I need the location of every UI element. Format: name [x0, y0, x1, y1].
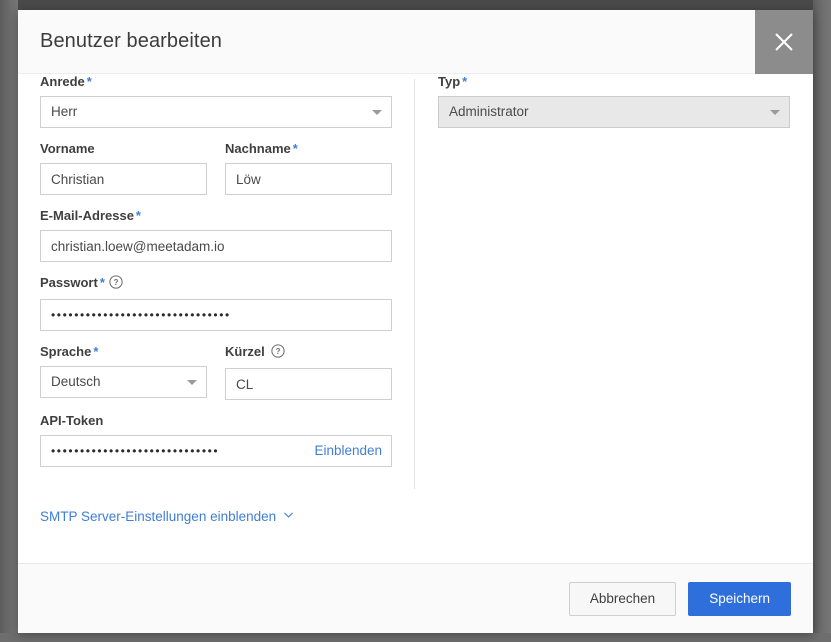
label-typ-text: Typ: [438, 74, 460, 89]
svg-text:?: ?: [275, 347, 280, 356]
field-nachname: Nachname*: [225, 141, 392, 195]
chevron-down-icon: [372, 110, 382, 115]
column-divider: [414, 79, 415, 489]
field-vorname: Vorname: [40, 141, 207, 195]
sprache-select[interactable]: Deutsch: [40, 366, 207, 398]
label-sprache: Sprache*: [40, 344, 207, 360]
api-token-reveal-link[interactable]: Einblenden: [314, 435, 382, 467]
field-kuerzel: Kürzel?: [225, 344, 392, 400]
field-passwort: Passwort*? •••••••••••••••••••••••••••••…: [40, 275, 392, 331]
passwort-input[interactable]: •••••••••••••••••••••••••••••••: [40, 299, 392, 331]
anrede-value: Herr: [51, 97, 77, 127]
required-marker: *: [136, 208, 141, 223]
field-sprache: Sprache* Deutsch: [40, 344, 207, 400]
label-nachname-text: Nachname: [225, 141, 291, 156]
anrede-select[interactable]: Herr: [40, 96, 392, 128]
typ-select[interactable]: Administrator: [438, 96, 790, 128]
nachname-input[interactable]: [225, 163, 392, 195]
chevron-down-icon: [282, 508, 295, 524]
label-api-token: API-Token: [40, 413, 392, 429]
save-button[interactable]: Speichern: [688, 582, 791, 616]
required-marker: *: [100, 275, 105, 290]
label-kuerzel: Kürzel?: [225, 344, 392, 362]
dialog-title: Benutzer bearbeiten: [40, 30, 222, 53]
dialog-header: Benutzer bearbeiten: [18, 10, 813, 74]
required-marker: *: [293, 141, 298, 156]
name-row: Vorname Nachname*: [40, 141, 392, 208]
label-email: E-Mail-Adresse*: [40, 208, 392, 224]
required-marker: *: [93, 344, 98, 359]
vorname-input[interactable]: [40, 163, 207, 195]
label-vorname-text: Vorname: [40, 141, 95, 156]
email-input[interactable]: [40, 230, 392, 262]
label-passwort: Passwort*?: [40, 275, 392, 293]
chevron-down-icon: [770, 110, 780, 115]
help-circle-icon[interactable]: ?: [271, 344, 285, 362]
typ-value: Administrator: [449, 97, 529, 127]
label-kuerzel-text: Kürzel: [225, 344, 265, 359]
kuerzel-input[interactable]: [225, 368, 392, 400]
page-overlay-bottom: [0, 633, 831, 642]
field-typ: Typ* Administrator: [438, 74, 790, 128]
page-overlay-top: [0, 0, 831, 10]
close-button[interactable]: [755, 10, 813, 74]
label-nachname: Nachname*: [225, 141, 392, 157]
edit-user-dialog: Benutzer bearbeiten Anrede* Herr: [18, 10, 813, 633]
chevron-down-icon: [187, 380, 197, 385]
svg-text:?: ?: [113, 278, 118, 287]
page-overlay-left: [0, 0, 18, 642]
field-api-token: API-Token ••••••••••••••••••••••••••••• …: [40, 413, 392, 467]
page-overlay-right: [813, 0, 831, 642]
field-anrede: Anrede* Herr: [40, 74, 392, 128]
label-anrede: Anrede*: [40, 74, 392, 90]
passwort-masked-value: •••••••••••••••••••••••••••••••: [51, 300, 231, 330]
dialog-body: Anrede* Herr Vorname Nachname*: [18, 74, 813, 563]
field-email: E-Mail-Adresse*: [40, 208, 392, 262]
label-vorname: Vorname: [40, 141, 207, 157]
api-token-masked-value: •••••••••••••••••••••••••••••: [51, 436, 219, 466]
sprache-row: Sprache* Deutsch Kürzel?: [40, 344, 392, 413]
form-column-right: Typ* Administrator: [438, 74, 790, 141]
label-typ: Typ*: [438, 74, 790, 90]
close-icon: [772, 30, 796, 54]
label-sprache-text: Sprache: [40, 344, 91, 359]
help-circle-icon[interactable]: ?: [109, 275, 123, 293]
api-token-wrapper: ••••••••••••••••••••••••••••• Einblenden: [40, 435, 392, 467]
required-marker: *: [462, 74, 467, 89]
form-column-left: Anrede* Herr Vorname Nachname*: [40, 74, 392, 480]
cancel-button[interactable]: Abbrechen: [569, 582, 676, 616]
smtp-settings-toggle[interactable]: SMTP Server-Einstellungen einblenden: [40, 508, 295, 524]
label-anrede-text: Anrede: [40, 74, 85, 89]
sprache-value: Deutsch: [51, 367, 101, 397]
label-api-token-text: API-Token: [40, 413, 103, 428]
required-marker: *: [87, 74, 92, 89]
label-email-text: E-Mail-Adresse: [40, 208, 134, 223]
label-passwort-text: Passwort: [40, 275, 98, 290]
dialog-footer: Abbrechen Speichern: [18, 563, 813, 633]
smtp-settings-label: SMTP Server-Einstellungen einblenden: [40, 509, 276, 524]
